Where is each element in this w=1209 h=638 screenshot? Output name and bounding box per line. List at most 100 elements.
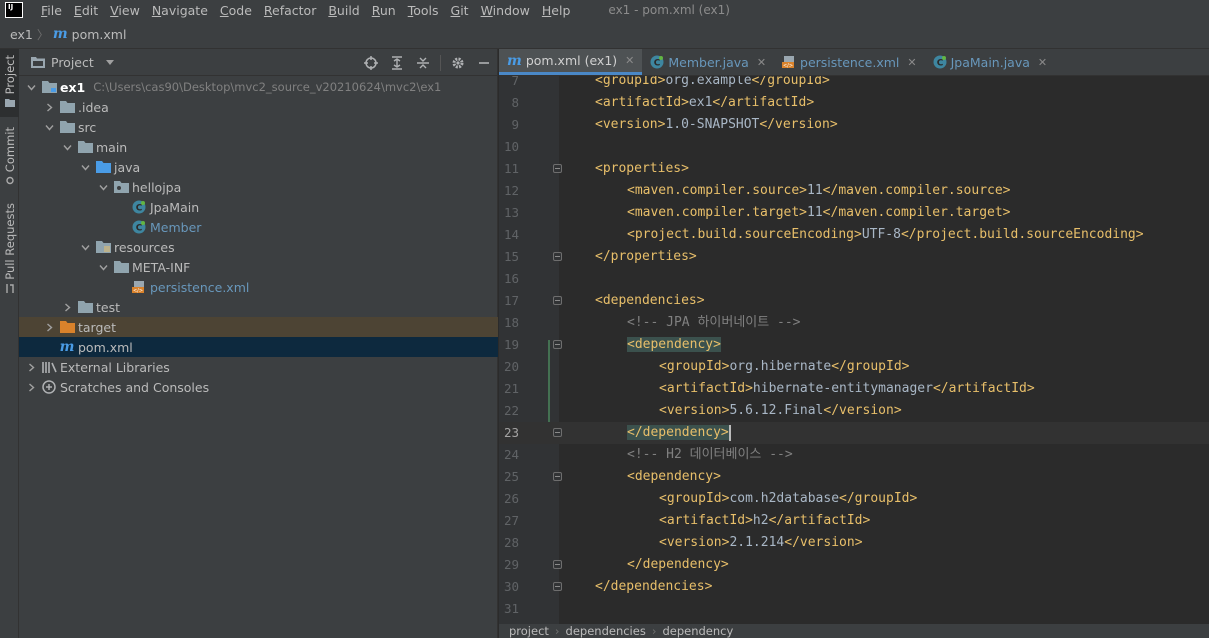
view-dropdown-icon[interactable] [105,59,114,65]
tree-item[interactable]: java [19,157,498,177]
chevron-right-icon[interactable] [43,97,55,117]
tree-item[interactable]: </> persistence.xml [19,277,498,297]
chevron-right-icon[interactable] [43,317,55,337]
tree-item[interactable]: External Libraries [19,357,498,377]
xml-value: h2 [752,513,769,528]
tree-item[interactable]: test [19,297,498,317]
menu-help[interactable]: Help [536,3,577,18]
hide-icon[interactable] [471,50,497,76]
menu-view[interactable]: View [104,3,146,18]
line-number: 19 [503,337,519,352]
chevron-down-icon[interactable] [61,137,73,157]
tab-pom-xml-ex1-[interactable]: m pom.xml (ex1) ✕ [499,49,643,75]
menu-refactor[interactable]: Refactor [258,3,322,18]
chevron-down-icon[interactable] [97,177,109,197]
project-tool-window: Project ex1 C:\Users\cas90\Desktop\mvc2_s… [19,49,498,638]
collapse-all-icon[interactable] [410,50,436,76]
nav-file[interactable]: pom.xml [72,27,127,42]
menu-git[interactable]: Git [445,3,475,18]
tab-member-java[interactable]: C Member.java ✕ [642,49,774,75]
code-line: 9 <version>1.0-SNAPSHOT</version> [499,114,1209,136]
xml-value: 2.1.214 [729,535,785,550]
nav-project[interactable]: ex1 [10,27,33,42]
gear-icon[interactable] [445,50,471,76]
menu-run[interactable]: Run [366,3,402,18]
package-icon [113,180,129,194]
xml-value: org.hibernate [729,359,832,374]
code-line: 26 <groupId>com.h2database</groupId> [499,488,1209,510]
code-line: 14 <project.build.sourceEncoding>UTF-8</p… [499,224,1209,246]
tree-item[interactable]: hellojpa [19,177,498,197]
locate-icon[interactable] [358,50,384,76]
code-line: 29 </dependency> [499,554,1209,576]
stripe-commit-button[interactable]: Commit [0,127,19,189]
breadcrumb-item[interactable]: project [509,624,549,638]
menu-label: dit [81,2,99,18]
chevron-down-icon[interactable] [25,77,37,97]
expand-all-icon[interactable] [384,50,410,76]
code-text: <project.build.sourceEncoding>UTF-8</pro… [627,224,1144,246]
fold-marker-icon[interactable] [553,428,562,437]
fold-marker-icon[interactable] [553,560,562,569]
tree-item[interactable]: main [19,137,498,157]
tab-jpamain-java[interactable]: C JpaMain.java ✕ [925,49,1056,75]
close-icon[interactable]: ✕ [757,56,766,69]
xml-tag: </maven.compiler.target> [822,205,1011,220]
tab-persistence-xml[interactable]: </> persistence.xml ✕ [774,49,925,75]
close-icon[interactable]: ✕ [625,54,634,67]
chevron-right-icon[interactable] [25,357,37,377]
code-line: 23 </dependency> [499,422,1209,444]
code-line: 8 <artifactId>ex1</artifactId> [499,92,1209,114]
project-panel-toolbar [358,49,497,76]
close-icon[interactable]: ✕ [907,56,916,69]
fold-marker-icon[interactable] [553,340,562,349]
menu-label: avigate [161,2,208,18]
stripe-pull-requests-button[interactable]: Pull Requests [0,203,19,295]
tree-item[interactable]: Scratches and Consoles [19,377,498,397]
intellij-logo-icon: IJ [5,2,23,18]
xml-tag: </artifactId> [712,95,815,110]
menu-tools[interactable]: Tools [402,3,445,18]
chevron-down-icon[interactable] [97,257,109,277]
menu-mnemonic: N [151,2,162,18]
menu-window[interactable]: Window [475,3,536,18]
tree-item[interactable]: C Member [19,217,498,237]
breadcrumb-item[interactable]: dependencies [566,624,646,638]
fold-marker-icon[interactable] [553,582,562,591]
tree-item[interactable]: m pom.xml [19,337,498,357]
stripe-project-button[interactable]: Project [0,49,19,117]
chevron-down-icon[interactable] [79,157,91,177]
tree-item[interactable]: META-INF [19,257,498,277]
tree-item[interactable]: C JpaMain [19,197,498,217]
fold-marker-icon[interactable] [553,472,562,481]
tree-item-label: External Libraries [60,359,170,375]
tree-item[interactable]: resources [19,237,498,257]
tree-item[interactable]: src [19,117,498,137]
menu-edit[interactable]: Edit [68,3,104,18]
code-line: 21 <artifactId>hibernate-entitymanager</a… [499,378,1209,400]
code-area[interactable]: 7 <groupId>org.example</groupId> 8 <artifac… [499,76,1209,624]
fold-marker-icon[interactable] [553,252,562,261]
code-line: 17 <dependencies> [499,290,1209,312]
class-icon: C [933,55,947,69]
tool-window-stripe: Project Commit Pull Requests [0,49,19,638]
menu-code[interactable]: Code [214,3,258,18]
close-icon[interactable]: ✕ [1038,56,1047,69]
chevron-right-icon[interactable] [25,377,37,397]
fold-marker-icon[interactable] [553,164,562,173]
tree-item[interactable]: target [19,317,498,337]
breadcrumb-item[interactable]: dependency [662,624,733,638]
menu-build[interactable]: Build [322,3,365,18]
tab-label: pom.xml (ex1) [525,53,618,68]
chevron-right-icon[interactable] [61,297,73,317]
tree-item[interactable]: .idea [19,97,498,117]
tree-item[interactable]: ex1 C:\Users\cas90\Desktop\mvc2_source_v2… [19,77,498,97]
chevron-down-icon[interactable] [43,117,55,137]
menu-navigate[interactable]: Navigate [146,3,214,18]
menu-file[interactable]: File [35,3,68,18]
fold-marker-icon[interactable] [553,296,562,305]
chevron-down-icon[interactable] [79,237,91,257]
